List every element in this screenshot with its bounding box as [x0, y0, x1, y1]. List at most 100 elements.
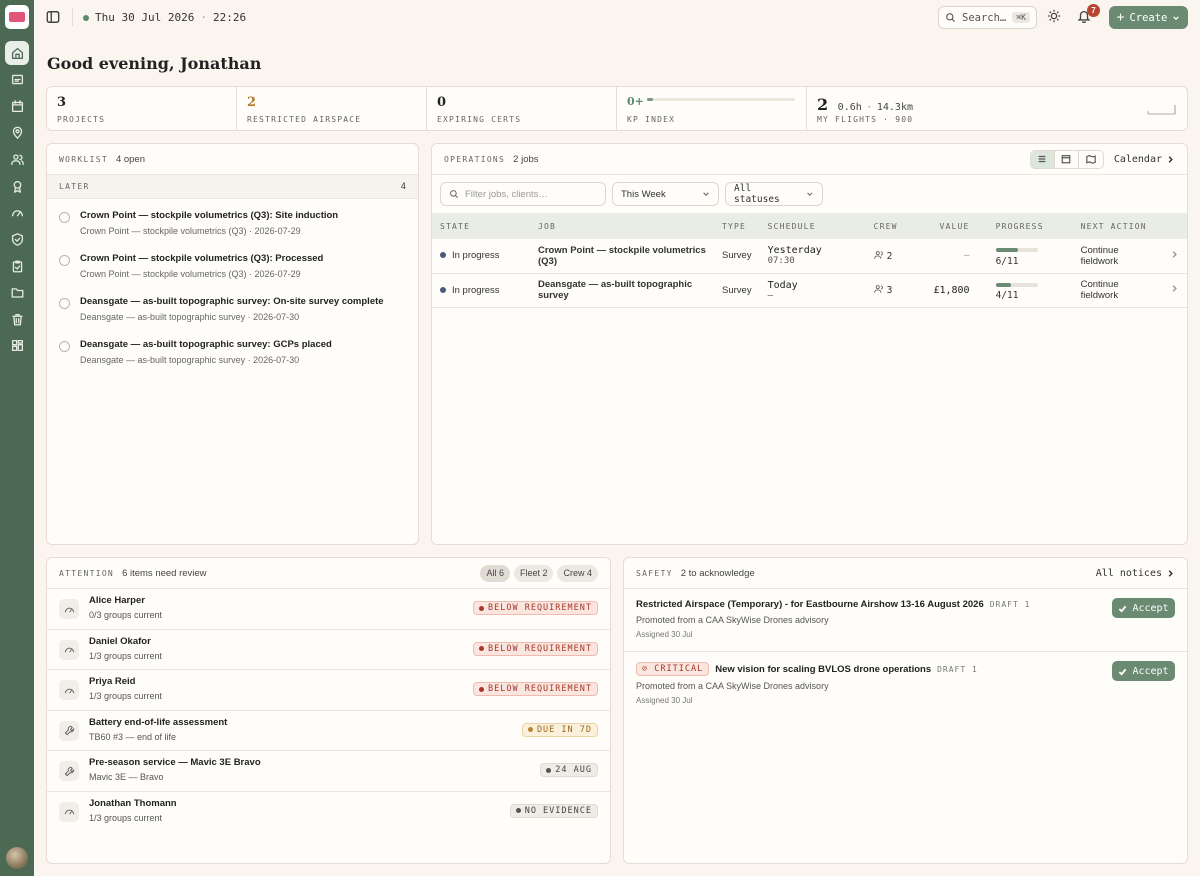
wrench-icon — [59, 761, 79, 781]
user-avatar[interactable] — [6, 847, 28, 869]
column-header[interactable]: JOB — [530, 213, 714, 239]
attention-item[interactable]: Alice Harper 0/3 groups current BELOW RE… — [47, 589, 610, 630]
task-checkbox[interactable] — [59, 341, 70, 352]
job-cell[interactable]: Deansgate — as-built topographic survey — [530, 273, 714, 308]
status-value: All statuses — [734, 183, 780, 205]
safety-notice[interactable]: Restricted Airspace (Temporary) - for Ea… — [624, 589, 1187, 652]
stat-value: 3 — [57, 95, 67, 110]
nav-users-icon[interactable] — [5, 147, 29, 171]
badge-text: BELOW REQUIREMENT — [488, 643, 592, 654]
attention-item[interactable]: Daniel Okafor 1/3 groups current BELOW R… — [47, 630, 610, 670]
task-checkbox[interactable] — [59, 298, 70, 309]
next-action-link[interactable]: Continue fieldwork — [1072, 273, 1162, 308]
calendar-view-icon[interactable] — [1055, 150, 1079, 168]
top-bar: Thu 30 Jul 2026 · 22:26 Search… ⌘K 7 + C… — [34, 0, 1200, 35]
notice-title-row: ⊘ CRITICAL New vision for scaling BVLOS … — [636, 662, 1175, 676]
status-select[interactable]: All statuses — [725, 182, 823, 206]
badge-text: BELOW REQUIREMENT — [488, 603, 592, 613]
column-header[interactable]: PROGRESS — [977, 213, 1073, 239]
clock-separator: · — [200, 11, 207, 24]
type-cell: Survey — [714, 273, 760, 308]
critical-badge: ⊘ CRITICAL — [636, 662, 710, 676]
task-item[interactable]: Deansgate — as-built topographic survey:… — [47, 288, 418, 331]
list-view-icon[interactable] — [1030, 150, 1055, 168]
next-action-link[interactable]: Continue fieldwork — [1072, 239, 1162, 274]
stat-my-flights[interactable]: 2 0.6h · 14.3km MY FLIGHTS · 900 — [807, 87, 1187, 130]
crew-cell: 3 — [865, 273, 916, 308]
theme-toggle-icon[interactable] — [1047, 9, 1063, 25]
sidebar-toggle-icon[interactable] — [46, 10, 60, 24]
calendar-link[interactable]: Calendar — [1114, 154, 1175, 165]
task-item[interactable]: Deansgate — as-built topographic survey:… — [47, 331, 418, 374]
filter-placeholder: Filter jobs, clients… — [465, 188, 548, 200]
stat-restricted-airspace[interactable]: 2 RESTRICTED AIRSPACE — [237, 87, 427, 130]
schedule-day: Yesterday — [767, 245, 822, 257]
task-title: Deansgate — as-built topographic survey:… — [80, 339, 332, 350]
create-button[interactable]: + Create — [1109, 6, 1188, 29]
task-item[interactable]: Crown Point — stockpile volumetrics (Q3)… — [47, 245, 418, 288]
value-cell: — — [915, 239, 978, 274]
job-filter-input[interactable]: Filter jobs, clients… — [440, 182, 606, 206]
accept-label: Accept — [1132, 665, 1169, 677]
task-checkbox[interactable] — [59, 255, 70, 266]
all-notices-link[interactable]: All notices — [1096, 568, 1175, 579]
chevron-right-icon — [1168, 155, 1173, 163]
safety-notice[interactable]: ⊘ CRITICAL New vision for scaling BVLOS … — [624, 652, 1187, 715]
progress-text: 6/11 — [995, 255, 1019, 267]
progress-bar — [995, 282, 1038, 287]
stat-expiring-certs[interactable]: 0 EXPIRING CERTS — [427, 87, 617, 130]
attention-item[interactable]: Jonathan Thomann 1/3 groups current NO E… — [47, 792, 610, 833]
task-checkbox[interactable] — [59, 212, 70, 223]
schedule-time: 07:30 — [767, 256, 795, 267]
badge-text: DUE IN 7D — [536, 724, 592, 735]
attention-item[interactable]: Pre-season service — Mavic 3E Bravo Mavi… — [47, 751, 610, 792]
nav-map-folder-icon[interactable] — [5, 67, 29, 91]
section-header-later[interactable]: LATER 4 — [47, 175, 418, 199]
column-header[interactable]: VALUE — [915, 213, 978, 239]
table-row[interactable]: In progress Deansgate — as-built topogra… — [432, 273, 1187, 308]
chip-fleet[interactable]: Fleet 2 — [513, 564, 554, 582]
notice-subtitle: Promoted from a CAA SkyWise Drones advis… — [636, 615, 829, 625]
column-header[interactable]: CREW — [865, 213, 916, 239]
stat-projects[interactable]: 3 PROJECTS — [47, 87, 237, 130]
stat-value: 2 0.6h · 14.3km — [817, 95, 1177, 114]
nav-trash-icon[interactable] — [5, 307, 29, 331]
nav-gauge-icon[interactable] — [5, 200, 29, 224]
column-header[interactable]: TYPE — [714, 213, 760, 239]
value-cell: £1,800 — [915, 273, 978, 308]
row-chevron-right-icon[interactable] — [1162, 273, 1187, 308]
stat-kp-index[interactable]: 0+ KP INDEX — [617, 87, 807, 130]
column-header[interactable]: STATE — [432, 213, 530, 239]
nav-shield-icon[interactable] — [5, 227, 29, 251]
job-cell[interactable]: Crown Point — stockpile volumetrics (Q3) — [530, 239, 714, 274]
app-logo[interactable] — [5, 5, 29, 29]
accept-button[interactable]: Accept — [1112, 661, 1175, 681]
attention-filter-chips: All 6 Fleet 2 Crew 4 — [480, 564, 598, 582]
nav-calendar-icon[interactable] — [5, 94, 29, 118]
clock: Thu 30 Jul 2026 · 22:26 — [83, 11, 246, 24]
nav-folder-icon[interactable] — [5, 280, 29, 304]
row-chevron-right-icon[interactable] — [1162, 239, 1187, 274]
chip-crew[interactable]: Crew 4 — [557, 564, 598, 582]
task-item[interactable]: Crown Point — stockpile volumetrics (Q3)… — [47, 202, 418, 245]
table-row[interactable]: In progress Crown Point — stockpile volu… — [432, 239, 1187, 274]
nav-clipboard-icon[interactable] — [5, 254, 29, 278]
period-select[interactable]: This Week — [612, 182, 719, 206]
nav-dashboard-icon[interactable] — [5, 333, 29, 357]
search-button[interactable]: Search… ⌘K — [938, 6, 1037, 29]
progress-cell: 6/11 — [977, 239, 1073, 274]
chip-all[interactable]: All 6 — [480, 564, 510, 582]
card-title: WORKLIST — [59, 154, 108, 164]
nav-home-icon[interactable] — [5, 41, 29, 65]
notice-subtitle: Promoted from a CAA SkyWise Drones advis… — [636, 681, 829, 691]
accept-button[interactable]: Accept — [1112, 598, 1175, 618]
column-header[interactable]: SCHEDULE — [759, 213, 866, 239]
column-header[interactable]: NEXT ACTION — [1072, 213, 1162, 239]
nav-award-icon[interactable] — [5, 174, 29, 198]
safety-header: SAFETY 2 to acknowledge All notices — [624, 558, 1187, 589]
nav-location-icon[interactable] — [5, 120, 29, 144]
attention-item[interactable]: Priya Reid 1/3 groups current BELOW REQU… — [47, 670, 610, 711]
map-view-icon[interactable] — [1079, 151, 1103, 168]
stat-label: EXPIRING CERTS — [437, 115, 522, 124]
attention-item[interactable]: Battery end-of-life assessment TB60 #3 —… — [47, 711, 610, 751]
